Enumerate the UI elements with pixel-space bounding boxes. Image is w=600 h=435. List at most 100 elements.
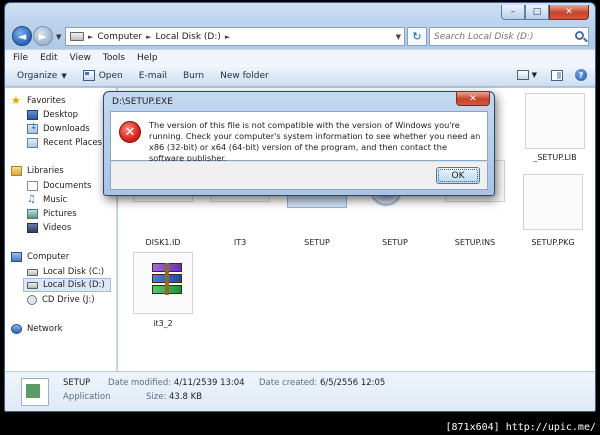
minimize-button[interactable]: – — [501, 5, 525, 20]
file-name: SETUP.INS — [454, 238, 496, 247]
sidebar-item-desktop[interactable]: Desktop — [27, 108, 78, 122]
menu-edit[interactable]: Edit — [40, 53, 57, 63]
sidebar-item-label: Desktop — [43, 110, 79, 120]
details-size-label: Size: — [146, 392, 167, 402]
recent-pages-dropdown-icon[interactable]: ▼ — [56, 33, 61, 41]
file-name: SETUP — [382, 238, 408, 247]
videos-icon — [27, 223, 38, 233]
archive-thumbnail — [133, 252, 193, 314]
breadcrumb-local-disk-d[interactable]: Local Disk (D:) — [156, 32, 221, 42]
caption-buttons: – □ ✕ — [501, 5, 589, 20]
menu-view[interactable]: View — [70, 53, 91, 63]
file-name: _SETUP.LIB — [533, 153, 577, 162]
file-name: SETUP.PKG — [531, 238, 575, 247]
file-name: it3_2 — [153, 319, 173, 328]
address-bar[interactable]: ► Computer ► Local Disk (D:) ► ▼ — [65, 27, 405, 46]
sidebar-item-label: CD Drive (J:) — [42, 295, 95, 305]
application-icon — [21, 378, 49, 406]
burn-button[interactable]: Burn — [183, 71, 204, 81]
drive-icon — [27, 268, 38, 276]
details-created-value: 6/5/2556 12:05 — [319, 378, 386, 388]
watermark: [871x604] http://upic.me/ — [445, 422, 596, 433]
sidebar-item-local-disk-c[interactable]: Local Disk (C:) — [27, 265, 104, 279]
file-item[interactable]: SETUP.PKG — [514, 174, 592, 254]
menu-bar: File Edit View Tools Help — [5, 49, 595, 65]
ok-button[interactable]: OK — [436, 167, 480, 184]
breadcrumb-separator-icon[interactable]: ► — [225, 33, 230, 41]
chevron-down-icon: ▼ — [61, 71, 67, 80]
sidebar-item-documents[interactable]: Documents — [27, 179, 91, 193]
menu-tools[interactable]: Tools — [103, 53, 125, 63]
forward-button[interactable]: ► — [33, 26, 53, 46]
sidebar-item-recent-places[interactable]: Recent Places — [27, 136, 102, 150]
details-size-value: 43.8 KB — [169, 392, 203, 402]
libraries-icon — [11, 166, 22, 176]
documents-icon — [27, 181, 38, 191]
error-dialog: D:\SETUP.EXE ✕ ✕ The version of this fil… — [103, 91, 495, 196]
star-icon: ★ — [11, 94, 21, 107]
burn-label: Burn — [182, 70, 205, 81]
details-created: Date created: 6/5/2556 12:05 — [259, 378, 385, 388]
music-icon: ♫ — [27, 194, 36, 205]
help-icon[interactable]: ? — [575, 69, 587, 81]
breadcrumb-computer[interactable]: Computer — [97, 32, 142, 42]
sidebar-item-label: Music — [43, 195, 68, 205]
back-arrow-icon: ◄ — [17, 29, 27, 43]
dialog-title: D:\SETUP.EXE — [112, 97, 173, 107]
drive-icon — [70, 32, 84, 41]
navigation-pane: ★ Favorites Desktop Downloads Recent Pla… — [5, 88, 117, 371]
email-button[interactable]: E-mail — [139, 71, 167, 81]
refresh-button[interactable]: ↻ — [407, 27, 427, 46]
command-bar: Organize ▼ Open E-mail Burn New folder ▼… — [5, 65, 595, 87]
preview-pane-icon[interactable] — [551, 69, 563, 81]
breadcrumb-separator-icon[interactable]: ► — [146, 33, 151, 41]
view-controls: ▼ ? — [516, 69, 587, 81]
address-dropdown-icon[interactable]: ▼ — [396, 33, 401, 41]
winrar-icon — [152, 263, 182, 295]
sidebar-item-label: Downloads — [43, 124, 90, 134]
sidebar-item-label: Computer — [27, 252, 70, 262]
sidebar-item-label: Local Disk (D:) — [43, 280, 105, 290]
sidebar-item-local-disk-d[interactable]: Local Disk (D:) — [23, 278, 111, 292]
sidebar-item-libraries[interactable]: Libraries — [11, 164, 64, 178]
sidebar-item-label: Favorites — [27, 96, 66, 106]
menu-help[interactable]: Help — [137, 53, 158, 63]
error-icon: ✕ — [119, 121, 141, 143]
organize-button[interactable]: Organize ▼ — [17, 71, 67, 81]
sidebar-item-videos[interactable]: Videos — [27, 221, 71, 235]
sidebar-item-music[interactable]: ♫ Music — [27, 193, 67, 207]
sidebar-item-label: Local Disk (C:) — [43, 267, 105, 277]
view-dropdown-icon[interactable]: ▼ — [532, 71, 537, 79]
sidebar-item-pictures[interactable]: Pictures — [27, 207, 77, 221]
breadcrumb-separator-icon[interactable]: ► — [88, 33, 93, 41]
file-item[interactable]: it3_2 — [124, 252, 202, 332]
maximize-button[interactable]: □ — [525, 5, 549, 20]
file-item[interactable]: _SETUP.LIB — [516, 93, 594, 173]
details-pane: SETUP Application Date modified: 4/11/25… — [5, 371, 595, 411]
change-view-icon[interactable] — [516, 70, 529, 80]
pictures-icon — [27, 209, 38, 219]
sidebar-item-label: Recent Places — [43, 138, 103, 148]
search-icon[interactable] — [575, 31, 584, 40]
sidebar-item-favorites[interactable]: ★ Favorites — [11, 94, 65, 108]
sidebar-item-network[interactable]: Network — [11, 322, 63, 336]
details-modified: Date modified: 4/11/2539 13:04 — [108, 378, 245, 388]
sidebar-item-label: Videos — [43, 223, 72, 233]
downloads-icon — [27, 122, 38, 134]
sidebar-item-computer[interactable]: Computer — [11, 250, 69, 264]
menu-file[interactable]: File — [13, 53, 28, 63]
details-file-type: Application — [63, 392, 111, 402]
search-input[interactable] — [434, 31, 572, 42]
sidebar-item-downloads[interactable]: Downloads — [27, 122, 90, 136]
new-folder-label: New folder — [220, 70, 269, 81]
desktop-icon — [27, 110, 38, 120]
open-button[interactable]: Open — [82, 70, 123, 81]
dialog-close-button[interactable]: ✕ — [456, 92, 490, 106]
new-folder-button[interactable]: New folder — [220, 71, 269, 81]
back-button[interactable]: ◄ — [12, 26, 32, 46]
email-label: E-mail — [138, 70, 167, 81]
close-button[interactable]: ✕ — [549, 5, 589, 20]
sidebar-item-cd-drive[interactable]: CD Drive (J:) — [27, 293, 95, 307]
organize-label: Organize — [17, 70, 58, 81]
forward-arrow-icon: ► — [38, 29, 48, 43]
